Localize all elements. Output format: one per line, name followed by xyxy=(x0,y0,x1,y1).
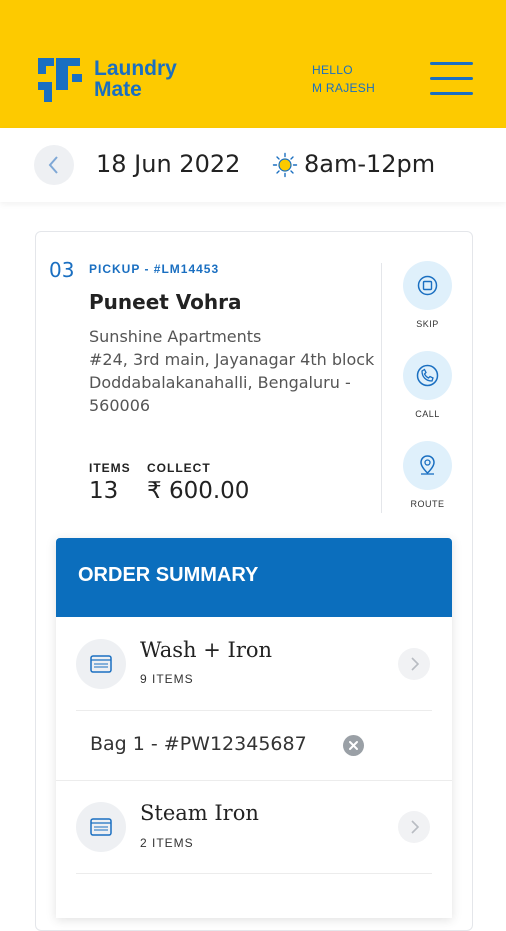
service-item-count: 2 ITEMS xyxy=(140,836,194,850)
chevron-right-icon xyxy=(411,657,420,671)
service-item-count: 9 ITEMS xyxy=(140,672,194,686)
greeting-line-1: HELLO xyxy=(312,63,353,77)
greeting-line-2: M RAJESH xyxy=(312,81,376,95)
customer-address: Sunshine Apartments #24, 3rd main, Jayan… xyxy=(89,325,379,417)
skip-label: SKIP xyxy=(416,319,439,329)
service-name: Steam Iron xyxy=(140,801,259,825)
call-label: CALL xyxy=(415,409,440,419)
service-expand-button[interactable] xyxy=(398,811,430,843)
collect-amount: ₹ 600.00 xyxy=(147,478,250,504)
remove-bag-button[interactable] xyxy=(343,735,364,756)
skip-button[interactable] xyxy=(403,261,452,310)
sun-icon xyxy=(272,152,298,178)
stop-number: 03 xyxy=(49,258,75,282)
divider xyxy=(76,710,432,711)
divider xyxy=(56,780,452,781)
service-icon xyxy=(76,802,126,852)
pickup-id: PICKUP - #LM14453 xyxy=(89,262,220,276)
time-slot: 8am-12pm xyxy=(304,150,436,178)
route-button[interactable] xyxy=(403,441,452,490)
skip-icon xyxy=(417,275,438,296)
items-label: ITEMS xyxy=(89,461,131,475)
brand-name: Laundry Mate xyxy=(94,58,177,100)
collect-label: COLLECT xyxy=(147,461,211,475)
items-count: 13 xyxy=(89,478,119,504)
order-summary-title: ORDER SUMMARY xyxy=(78,564,259,586)
brand-line-1: Laundry xyxy=(94,57,177,80)
divider xyxy=(76,873,432,874)
location-pin-icon xyxy=(420,455,435,475)
hamburger-menu-icon[interactable] xyxy=(428,60,474,98)
customer-name: Puneet Vohra xyxy=(89,290,242,314)
address-line: #24, 3rd main, Jayanagar 4th block xyxy=(89,350,375,369)
service-expand-button[interactable] xyxy=(398,648,430,680)
washing-machine-icon xyxy=(90,655,112,673)
service-name: Wash + Iron xyxy=(140,638,273,662)
address-line: 560006 xyxy=(89,396,151,415)
call-button[interactable] xyxy=(403,351,452,400)
phone-icon xyxy=(416,364,439,387)
chevron-right-icon xyxy=(411,820,420,834)
divider xyxy=(381,263,382,513)
close-icon xyxy=(349,741,358,750)
address-line: Doddabalakanahalli, Bengaluru - xyxy=(89,373,351,392)
washing-machine-icon xyxy=(90,818,112,836)
laundry-mate-logo-icon xyxy=(38,58,82,102)
brand-line-2: Mate xyxy=(94,78,142,101)
bag-label: Bag 1 - #PW12345687 xyxy=(90,733,307,755)
chevron-left-icon xyxy=(48,156,58,174)
back-button[interactable] xyxy=(34,145,74,185)
service-icon xyxy=(76,639,126,689)
schedule-date: 18 Jun 2022 xyxy=(96,150,241,178)
user-greeting: HELLO M RAJESH xyxy=(312,61,375,97)
address-line: Sunshine Apartments xyxy=(89,327,262,346)
route-label: ROUTE xyxy=(410,499,445,509)
